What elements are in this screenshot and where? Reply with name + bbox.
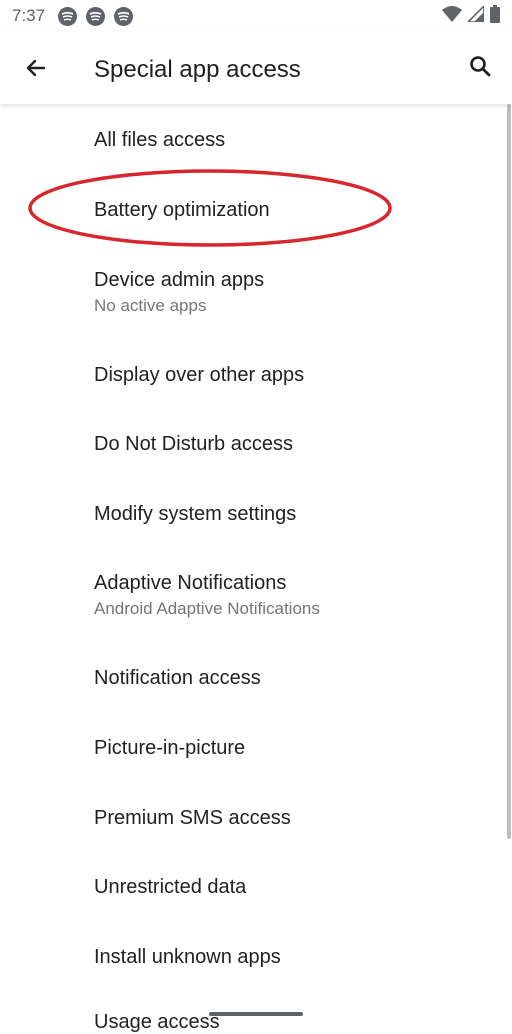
list-item-modify-system-settings[interactable]: Modify system settings [0,502,500,526]
list-item-title: Adaptive Notifications [94,572,287,594]
list-item-notification-access[interactable]: Notification access [0,666,500,690]
scrollbar[interactable] [507,104,511,839]
list-item-do-not-disturb-access[interactable]: Do Not Disturb access [0,432,500,456]
search-icon [468,54,492,83]
list-item-device-admin-apps[interactable]: Device admin apps No active apps [0,268,500,317]
spotify-icon [58,6,78,26]
list-item-title: Display over other apps [94,364,305,386]
page-title: Special app access [94,56,301,83]
list-item-title: Do Not Disturb access [94,433,293,455]
status-time: 7:37 [12,6,46,25]
spotify-icon [114,6,134,26]
list-item-title: Premium SMS access [94,807,291,829]
list-item-unrestricted-data[interactable]: Unrestricted data [0,875,500,899]
nav-gesture-handle[interactable] [209,1012,303,1016]
list-item-summary: No active apps [94,296,207,315]
app-bar: Special app access [0,32,512,104]
list-item-summary: Android Adaptive Notifications [94,599,320,618]
list-item-install-unknown-apps[interactable]: Install unknown apps [0,945,500,969]
list-item-picture-in-picture[interactable]: Picture-in-picture [0,736,500,760]
list-item-title: Battery optimization [94,199,270,221]
list-item-title: All files access [94,129,226,151]
back-button[interactable] [20,54,52,86]
list-item-adaptive-notifications[interactable]: Adaptive Notifications Android Adaptive … [0,571,500,620]
spotify-icon [86,6,106,26]
list-item-battery-optimization[interactable]: Battery optimization [0,198,500,222]
list-item-title: Modify system settings [94,503,297,525]
wifi-icon [442,5,462,27]
arrow-back-icon [24,56,48,85]
list-item-title: Picture-in-picture [94,737,246,759]
list-item-title: Notification access [94,667,261,689]
list-item-title: Install unknown apps [94,946,281,968]
status-right [442,3,500,28]
list-item-all-files-access[interactable]: All files access [0,128,500,152]
status-left: 7:37 [12,6,134,26]
signal-icon [466,3,485,27]
list-item-display-over-other-apps[interactable]: Display over other apps [0,363,500,387]
search-button[interactable] [464,52,496,84]
list-item-title: Device admin apps [94,269,265,291]
status-bar: 7:37 [0,0,512,32]
battery-icon [490,4,500,28]
list-item-premium-sms-access[interactable]: Premium SMS access [0,806,500,830]
list-item-title: Unrestricted data [94,876,247,898]
